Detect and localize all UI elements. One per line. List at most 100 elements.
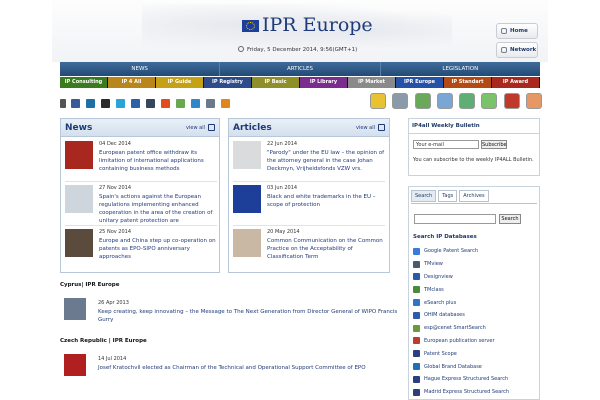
delicious-icon[interactable] xyxy=(101,98,110,108)
digg-icon[interactable] xyxy=(131,98,140,108)
country-heading[interactable]: Cyprus| IPR Europe xyxy=(60,282,119,288)
tumblr-icon[interactable] xyxy=(146,98,155,108)
site-logo[interactable]: IPR Europe xyxy=(262,14,373,36)
tab-archives[interactable]: Archives xyxy=(459,190,489,202)
articles-thumbnail xyxy=(233,185,261,213)
database-link[interactable]: Patent Scope xyxy=(413,347,537,360)
page: IPR Europe Friday, 5 December 2014, 9:56… xyxy=(52,0,548,400)
database-link[interactable]: TMview xyxy=(413,258,537,271)
linkedin-icon[interactable] xyxy=(86,98,95,108)
news-item[interactable]: 04 Dec 2014 European patent office withdr… xyxy=(65,141,217,177)
tab-tags[interactable]: Tags xyxy=(438,190,458,202)
country-news-date: 14 Jul 2014 xyxy=(98,356,127,362)
database-link[interactable]: Global Brand Database xyxy=(413,360,537,373)
articles-thumbnail xyxy=(233,229,261,257)
articles-date: 20 May 2014 xyxy=(267,229,300,235)
subnav-item[interactable]: IP 4 All xyxy=(108,77,156,88)
subnav-item[interactable]: IP Market xyxy=(348,77,396,88)
news-headline[interactable]: Spain's actions against the European reg… xyxy=(99,193,217,225)
nav-articles[interactable]: ARTICLES xyxy=(220,62,381,76)
nav-news[interactable]: NEWS xyxy=(60,62,221,76)
articles-header: Articles view all xyxy=(229,119,389,137)
database-icon xyxy=(413,337,420,345)
network-button[interactable]: Network xyxy=(496,42,538,58)
news-item[interactable]: 27 Nov 2014 Spain's actions against the E… xyxy=(65,185,217,224)
bulletin-title: IP4all Weekly Bulletin xyxy=(409,119,539,134)
tab-search[interactable]: Search xyxy=(411,190,437,202)
country-news-headline[interactable]: Josef Kratochvíl elected as Chairman of … xyxy=(98,364,398,372)
database-label: Global Brand Database xyxy=(424,363,482,370)
database-icon xyxy=(413,311,420,319)
subnav-item[interactable]: IP Standart xyxy=(444,77,492,88)
share-icon[interactable] xyxy=(176,98,185,108)
database-link[interactable]: eSearch plus xyxy=(413,296,537,309)
nav-legislation[interactable]: LEGISLATION xyxy=(381,62,540,76)
tools-icon[interactable] xyxy=(525,93,542,109)
database-link[interactable]: OHIM databases xyxy=(413,309,537,322)
database-link[interactable]: TMclass xyxy=(413,283,537,296)
email-icon[interactable] xyxy=(191,98,200,108)
database-link[interactable]: Google Patent Search xyxy=(413,245,537,258)
subnav-item[interactable]: IP Award xyxy=(492,77,540,88)
magnifier-icon[interactable] xyxy=(392,93,409,109)
database-label: European publication server xyxy=(424,337,495,344)
search-input[interactable] xyxy=(414,214,496,224)
divider xyxy=(65,181,217,182)
database-link[interactable]: Madrid Express Structured Search xyxy=(413,386,537,399)
subnav-item[interactable]: IP Guide xyxy=(156,77,204,88)
news-thumbnail xyxy=(65,185,93,213)
email-field[interactable]: Your e-mail xyxy=(413,140,479,149)
subnav-item[interactable]: IPR Europe xyxy=(396,77,444,88)
rss-icon[interactable] xyxy=(378,124,385,131)
articles-panel: Articles view all 22 Jun 2014 "Parody" un… xyxy=(228,118,390,273)
news-item[interactable]: 25 Nov 2014 Europe and China step up co-o… xyxy=(65,229,217,265)
articles-thumbnail xyxy=(233,141,261,169)
subnav-item[interactable]: IP Library xyxy=(300,77,348,88)
print-icon[interactable] xyxy=(206,98,215,108)
database-link[interactable]: esp@cenet SmartSearch xyxy=(413,322,537,335)
patent-icon[interactable] xyxy=(436,93,453,109)
copyright-icon[interactable] xyxy=(370,93,386,109)
rss-icon[interactable] xyxy=(208,124,215,131)
home-button[interactable]: Home xyxy=(496,23,538,39)
database-icon xyxy=(413,260,420,268)
news-view-all-link[interactable]: view all xyxy=(186,125,205,131)
stumble-icon[interactable] xyxy=(161,98,170,108)
twitter-icon[interactable] xyxy=(116,98,125,108)
search-button[interactable]: Search xyxy=(499,214,521,224)
database-icon xyxy=(413,375,420,383)
country-news-item[interactable]: 26 Apr 2013 Keep creating, keep innovatin… xyxy=(64,298,397,326)
articles-headline[interactable]: Black and white trademarks in the EU – s… xyxy=(267,193,385,209)
database-label: Patent Scope xyxy=(424,350,457,357)
articles-item[interactable]: 20 May 2014 Common Communication on the C… xyxy=(233,229,385,265)
rss-icon[interactable] xyxy=(221,98,230,108)
articles-item[interactable]: 03 Jun 2014 Black and white trademarks in… xyxy=(233,185,385,221)
gear-icon[interactable] xyxy=(503,93,520,109)
news-headline[interactable]: Europe and China step up co-operation on… xyxy=(99,237,217,261)
subnav-item[interactable]: IP Basic xyxy=(252,77,300,88)
divider xyxy=(233,225,385,226)
database-link[interactable]: Hague Express Structured Search xyxy=(413,373,537,386)
tab-divider xyxy=(411,203,537,204)
news-headline[interactable]: European patent office withdraw its limi… xyxy=(99,149,217,173)
articles-headline[interactable]: Common Communication on the Common Pract… xyxy=(267,237,385,261)
globe-icon[interactable] xyxy=(481,93,498,109)
subnav-item[interactable]: IP Consulting xyxy=(60,77,108,88)
network-button-label: Network xyxy=(510,47,537,53)
divider xyxy=(233,181,385,182)
articles-view-all-link[interactable]: view all xyxy=(356,125,375,131)
country-news-item[interactable]: 14 Jul 2014 Josef Kratochvíl elected as C… xyxy=(64,354,394,382)
articles-headline[interactable]: "Parody" under the EU law – the opinion … xyxy=(267,149,385,173)
database-link[interactable]: European publication server xyxy=(413,335,537,348)
design-cube-icon[interactable] xyxy=(459,93,476,109)
subnav-item[interactable]: IP Registry xyxy=(204,77,252,88)
articles-item[interactable]: 22 Jun 2014 "Parody" under the EU law – t… xyxy=(233,141,385,177)
database-link[interactable]: Designview xyxy=(413,271,537,284)
facebook-icon[interactable] xyxy=(71,98,80,108)
subscribe-button[interactable]: Subscribe xyxy=(481,140,507,149)
database-icon xyxy=(413,388,420,396)
country-news-headline[interactable]: Keep creating, keep innovating – the Mes… xyxy=(98,308,398,324)
trademark-icon[interactable] xyxy=(414,93,431,109)
database-label: Madrid Express Structured Search xyxy=(424,389,510,396)
country-heading[interactable]: Czech Republic | IPR Europe xyxy=(60,338,147,344)
